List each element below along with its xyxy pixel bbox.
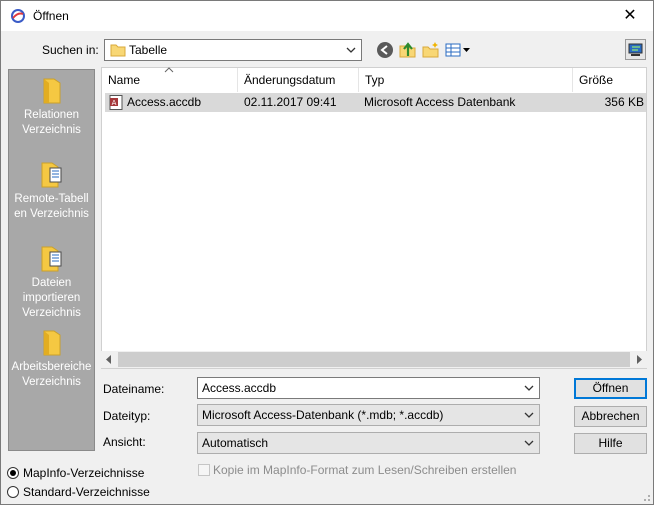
file-list[interactable]: Name Änderungsdatum Typ Größe A Access.a…: [101, 67, 647, 369]
folder-icon: [43, 330, 60, 356]
folder-document-icon: [41, 246, 61, 272]
svg-text:A: A: [112, 99, 117, 107]
filetype-value: Microsoft Access-Datenbank (*.mdb; *.acc…: [202, 408, 444, 422]
radio-standard-dirs[interactable]: [7, 486, 19, 498]
file-type: Microsoft Access Datenbank: [364, 95, 516, 109]
view-menu-icon[interactable]: [445, 41, 471, 59]
scroll-right-icon[interactable]: [635, 355, 643, 364]
scroll-left-icon[interactable]: [105, 355, 113, 364]
chevron-down-icon: [524, 440, 534, 446]
up-folder-icon[interactable]: [399, 41, 417, 59]
sidebar-item-label: Relationen Verzeichnis: [22, 109, 81, 136]
close-button[interactable]: ✕: [607, 1, 653, 31]
window-title: Öffnen: [33, 9, 69, 23]
view-value: Automatisch: [202, 436, 269, 450]
radio-selected-dot: [10, 470, 16, 476]
sidebar-item-label: Remote-Tabellen Verzeichnis: [14, 193, 89, 220]
lookin-combo[interactable]: Tabelle: [104, 39, 362, 61]
radio-mapinfo-label: MapInfo-Verzeichnisse: [23, 466, 145, 480]
network-icon[interactable]: [625, 39, 646, 60]
sidebar-item-arbeitsbereiche[interactable]: Arbeitsbereiche Verzeichnis: [9, 330, 94, 390]
scrollbar-thumb[interactable]: [118, 352, 630, 367]
view-select[interactable]: Automatisch: [197, 432, 540, 454]
file-size: 356 KB: [604, 95, 644, 109]
close-icon: ✕: [623, 7, 637, 24]
help-button[interactable]: Hilfe: [574, 433, 647, 454]
copy-checkbox[interactable]: [198, 464, 210, 476]
chevron-down-icon[interactable]: [523, 381, 535, 395]
sidebar-item-remote-tabellen[interactable]: Remote-Tabellen Verzeichnis: [9, 162, 94, 222]
radio-standard-label: Standard-Verzeichnisse: [23, 485, 150, 499]
filename-label: Dateiname:: [103, 382, 165, 396]
chevron-down-icon: [346, 47, 356, 53]
places-sidebar: Relationen Verzeichnis Remote-Tabellen V…: [8, 69, 95, 451]
back-icon[interactable]: [376, 41, 394, 59]
lookin-label: Suchen in:: [42, 43, 99, 57]
column-header-size[interactable]: Größe: [573, 68, 646, 92]
title-bar: Öffnen ✕: [1, 1, 653, 31]
sidebar-item-relationen[interactable]: Relationen Verzeichnis: [9, 78, 94, 138]
table-row[interactable]: A Access.accdb 02.11.2017 09:41 Microsof…: [105, 93, 646, 112]
folder-icon: [43, 78, 60, 104]
file-name: Access.accdb: [127, 95, 202, 109]
open-button[interactable]: Öffnen: [574, 378, 647, 399]
column-header-name[interactable]: Name: [102, 67, 238, 92]
radio-mapinfo-dirs[interactable]: [7, 467, 19, 479]
filetype-label: Dateityp:: [103, 409, 151, 423]
filename-value: Access.accdb: [202, 381, 277, 395]
column-header-date[interactable]: Änderungsdatum: [238, 68, 359, 92]
file-date: 02.11.2017 09:41: [244, 95, 337, 109]
filename-input[interactable]: Access.accdb: [197, 377, 540, 399]
folder-icon: [110, 44, 126, 57]
chevron-down-icon: [524, 412, 534, 418]
new-folder-icon[interactable]: [422, 41, 440, 59]
sidebar-item-label: Dateien importieren Verzeichnis: [22, 277, 81, 319]
copy-checkbox-label: Kopie im MapInfo-Format zum Lesen/Schrei…: [213, 463, 517, 477]
view-label: Ansicht:: [103, 435, 146, 449]
app-icon: [11, 9, 25, 23]
horizontal-scrollbar[interactable]: [101, 351, 647, 368]
lookin-value: Tabelle: [129, 43, 168, 57]
cancel-button[interactable]: Abbrechen: [574, 406, 647, 427]
folder-document-icon: [41, 162, 61, 188]
sidebar-item-label: Arbeitsbereiche Verzeichnis: [11, 361, 92, 388]
sort-ascending-icon: [164, 67, 174, 73]
filetype-select[interactable]: Microsoft Access-Datenbank (*.mdb; *.acc…: [197, 404, 540, 426]
access-file-icon: A: [109, 95, 123, 110]
column-header-type[interactable]: Typ: [359, 68, 573, 92]
open-dialog: Öffnen ✕ Suchen in: Tabelle Relationen V…: [0, 0, 654, 505]
sidebar-item-dateien-importieren[interactable]: Dateien importieren Verzeichnis: [9, 246, 94, 321]
resize-grip-icon[interactable]: [641, 492, 651, 502]
